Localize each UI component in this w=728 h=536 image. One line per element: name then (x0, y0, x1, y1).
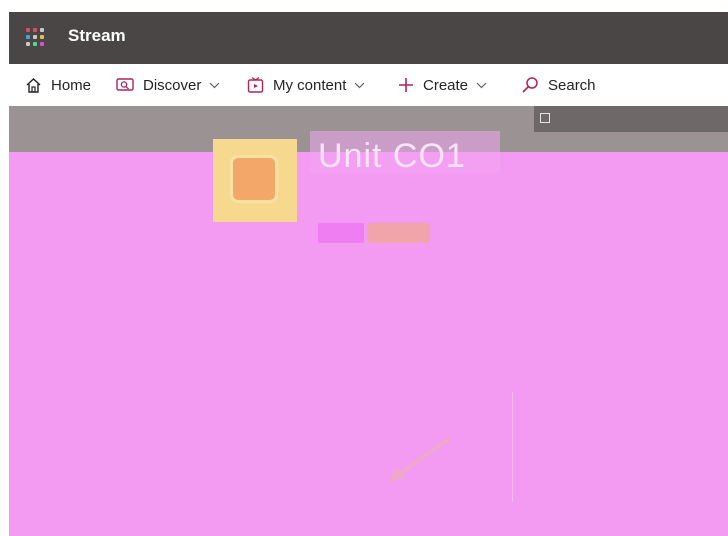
nav-search[interactable]: Search (521, 64, 596, 106)
tag-badge[interactable] (318, 223, 364, 243)
nav-search-label: Search (548, 76, 596, 94)
divider (512, 392, 513, 502)
content-overlay (9, 152, 728, 536)
nav-discover[interactable]: Discover (116, 64, 220, 106)
plus-icon (399, 78, 413, 92)
video-title: Unit CO1 (318, 137, 466, 175)
nav-my-content[interactable]: My content (247, 64, 365, 106)
nav-my-content-label: My content (273, 76, 347, 94)
nav-home[interactable]: Home (25, 64, 91, 106)
app-header: Stream (9, 12, 728, 64)
nav-create-label: Create (423, 76, 469, 94)
thumbnail-icon (230, 155, 278, 203)
waffle-icon[interactable] (26, 28, 44, 46)
nav-home-label: Home (51, 76, 92, 94)
my-content-icon (247, 77, 264, 93)
nav-discover-label: Discover (143, 76, 202, 94)
arrow-icon (388, 436, 452, 482)
discover-icon (116, 78, 134, 91)
search-icon (522, 77, 538, 93)
video-thumbnail[interactable] (213, 139, 297, 222)
chevron-down-icon (476, 82, 487, 88)
nav-create[interactable]: Create (398, 64, 487, 106)
chevron-down-icon (354, 82, 365, 88)
window-icon (540, 113, 550, 123)
chevron-down-icon (209, 82, 220, 88)
preview-window-titlebar (534, 110, 728, 126)
tag-badge[interactable] (368, 223, 430, 243)
top-navigation: Home Discover My content Create Search (9, 64, 728, 107)
app-name[interactable]: Stream (68, 26, 126, 46)
home-icon (26, 77, 41, 93)
